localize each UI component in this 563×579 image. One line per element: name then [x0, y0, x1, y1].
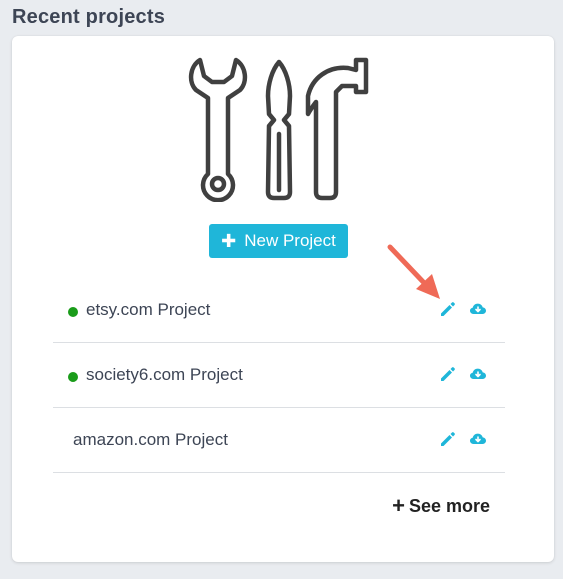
plus-icon: ✚ [221, 231, 237, 251]
status-dot [68, 307, 78, 317]
tools-illustration [188, 57, 369, 202]
project-name[interactable]: society6.com Project [86, 365, 243, 385]
pencil-icon[interactable] [439, 430, 457, 448]
see-more-label: See more [408, 495, 490, 516]
status-dot [68, 372, 78, 382]
project-name[interactable]: etsy.com Project [86, 300, 210, 320]
cloud-download-icon[interactable] [469, 300, 487, 318]
project-name[interactable]: amazon.com Project [73, 430, 228, 450]
project-row-amazon[interactable]: amazon.com Project [53, 408, 505, 473]
new-project-label: New Project [244, 231, 336, 250]
project-row-society6[interactable]: society6.com Project [53, 343, 505, 408]
row-actions [439, 300, 487, 318]
see-more-link[interactable]: + See more [392, 495, 490, 517]
row-actions [439, 365, 487, 383]
cloud-download-icon[interactable] [469, 430, 487, 448]
cloud-download-icon[interactable] [469, 365, 487, 383]
project-list: etsy.com Project society6.com Project am… [53, 278, 505, 473]
new-project-button[interactable]: ✚ New Project [209, 224, 348, 258]
pencil-icon[interactable] [439, 300, 457, 318]
section-title: Recent projects [12, 6, 166, 28]
row-actions [439, 430, 487, 448]
hammer-icon [305, 57, 369, 201]
plus-icon: + [392, 493, 405, 518]
project-row-etsy[interactable]: etsy.com Project [53, 278, 505, 343]
recent-projects-card: ✚ New Project etsy.com Project society6.… [12, 36, 554, 562]
pencil-icon[interactable] [439, 365, 457, 383]
